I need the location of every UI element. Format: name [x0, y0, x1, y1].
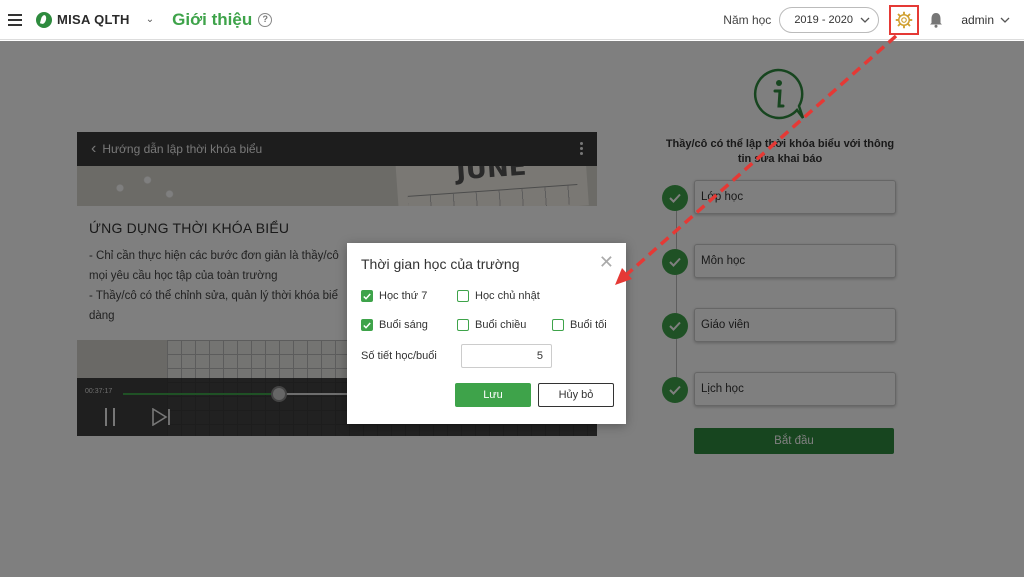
- checkbox-unchecked-icon: [457, 319, 469, 331]
- checkbox-label: Học chủ nhật: [475, 290, 540, 302]
- checkbox-checked-icon: [361, 290, 373, 302]
- chevron-down-icon[interactable]: ⌄: [146, 14, 154, 25]
- logo-icon: [36, 11, 52, 28]
- school-year-value: 2019 - 2020: [794, 14, 854, 26]
- periods-input[interactable]: 5: [461, 344, 552, 368]
- dialog-title: Thời gian học của trường: [361, 256, 520, 272]
- checkbox-unchecked-icon: [457, 290, 469, 302]
- username: admin: [961, 13, 994, 27]
- menu-icon[interactable]: [8, 13, 22, 26]
- checkbox-label: Học thứ 7: [379, 290, 428, 302]
- chevron-down-icon: [1000, 17, 1010, 23]
- checkbox-label: Buổi chiều: [475, 319, 527, 331]
- cancel-button[interactable]: Hủy bỏ: [538, 383, 614, 407]
- school-year-label: Năm học: [723, 13, 772, 27]
- app-logo[interactable]: MISA QLTH: [36, 11, 130, 28]
- school-year-select[interactable]: 2019 - 2020: [779, 7, 880, 33]
- checkbox-unchecked-icon: [552, 319, 564, 331]
- periods-label: Số tiết học/buổi: [361, 350, 437, 362]
- settings-button[interactable]: [889, 5, 920, 35]
- save-button[interactable]: Lưu: [455, 383, 531, 407]
- checkbox-sunday[interactable]: Học chủ nhật: [457, 290, 540, 302]
- checkbox-checked-icon: [361, 319, 373, 331]
- checkbox-evening[interactable]: Buổi tối: [552, 319, 607, 331]
- school-time-dialog: Thời gian học của trường ✕ Học thứ 7 Học…: [347, 243, 626, 424]
- bell-icon: [930, 13, 943, 28]
- gear-icon: [896, 11, 913, 29]
- top-header: MISA QLTH ⌄ Giới thiệu ? Năm học 2019 - …: [0, 0, 1024, 40]
- checkbox-afternoon[interactable]: Buổi chiều: [457, 319, 526, 331]
- close-icon[interactable]: ✕: [599, 253, 614, 271]
- app-name: MISA QLTH: [57, 12, 130, 27]
- chevron-down-icon: [860, 17, 870, 23]
- checkbox-label: Buổi tối: [570, 319, 607, 331]
- checkbox-label: Buổi sáng: [379, 319, 428, 331]
- notification-button[interactable]: [925, 12, 947, 28]
- checkbox-morning[interactable]: Buổi sáng: [361, 319, 428, 331]
- checkbox-saturday[interactable]: Học thứ 7: [361, 290, 427, 302]
- help-icon[interactable]: ?: [258, 12, 273, 27]
- page-title: Giới thiệu: [172, 9, 253, 29]
- user-menu[interactable]: admin: [961, 13, 1010, 27]
